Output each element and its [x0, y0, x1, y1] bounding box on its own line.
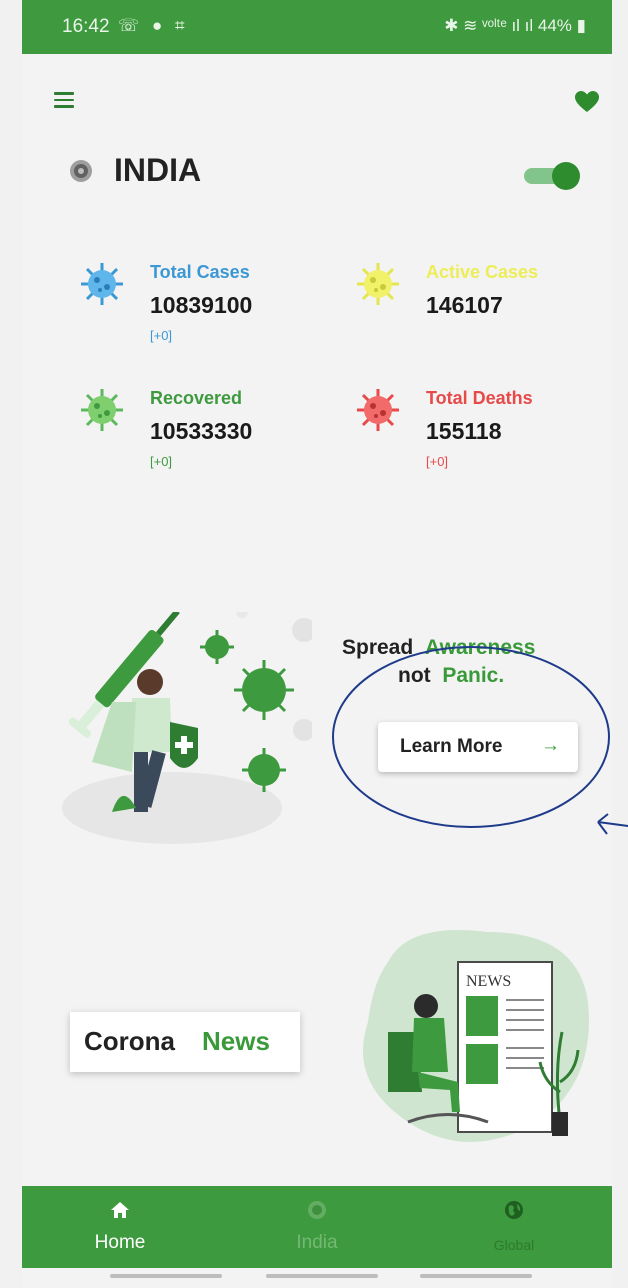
- gesture-bar-right: [420, 1274, 532, 1278]
- total-deaths-delta: [+0]: [426, 454, 449, 469]
- total-deaths-label: Total Deaths: [426, 388, 533, 408]
- gesture-bar-center: [266, 1274, 378, 1278]
- country-title: INDIA: [114, 152, 202, 188]
- total-cases-delta: [+0]: [150, 328, 173, 343]
- status-bar: 16:42 ☏ ● ⌗ ✱ ≋ ᵛᵒˡᵗᵉ ıl ıl 44% ▮: [22, 0, 612, 54]
- gesture-bar-left: [110, 1274, 222, 1278]
- total-deaths-value: 155118: [426, 418, 502, 444]
- svg-text:NEWS: NEWS: [466, 973, 511, 990]
- system-indicators: ✱ ≋ ᵛᵒˡᵗᵉ ıl ıl 44% ▮: [444, 16, 586, 35]
- mode-toggle[interactable]: [524, 162, 580, 190]
- nav-home[interactable]: Home: [22, 1186, 218, 1268]
- news-word-corona: Corona: [84, 1026, 175, 1056]
- nav-india[interactable]: India: [219, 1186, 415, 1268]
- nav-global-label: Global: [493, 1237, 535, 1253]
- total-cases-label: Total Cases: [150, 262, 250, 282]
- virus-yellow-icon: [357, 263, 399, 305]
- virus-red-icon: [357, 389, 399, 431]
- news-illustration: NEWS: [363, 930, 589, 1142]
- recovered-value: 10533330: [150, 418, 253, 444]
- status-time: 16:42: [62, 16, 110, 37]
- nav-home-label: Home: [94, 1232, 146, 1253]
- active-cases-label: Active Cases: [426, 262, 539, 282]
- hamburger-icon[interactable]: [54, 92, 74, 108]
- nav-global[interactable]: Global: [416, 1186, 612, 1268]
- stat-active-cases: Active Cases 146107: [356, 262, 576, 362]
- globe-icon: [505, 1201, 523, 1219]
- app-screen: 16:42 ☏ ● ⌗ ✱ ≋ ᵛᵒˡᵗᵉ ıl ıl 44% ▮ INDIA …: [22, 0, 628, 1288]
- recovered-label: Recovered: [150, 388, 243, 408]
- virus-blue-icon: [81, 263, 123, 305]
- home-icon: [111, 1202, 129, 1218]
- news-word-news: News: [202, 1026, 270, 1056]
- recovered-delta: [+0]: [150, 454, 173, 469]
- annotation-arrow-icon: [597, 813, 628, 835]
- corona-news-card[interactable]: Corona News: [70, 1012, 300, 1072]
- virus-green-icon: [81, 389, 123, 431]
- total-cases-value: 10839100: [150, 292, 253, 318]
- nav-india-label: India: [296, 1232, 338, 1253]
- awareness-illustration: [62, 612, 312, 844]
- india-virus-icon: [308, 1201, 326, 1219]
- active-cases-value: 146107: [426, 292, 503, 318]
- annotation-ellipse: [332, 646, 610, 828]
- stat-total-deaths: Total Deaths 155118 [+0]: [356, 388, 576, 488]
- stat-recovered: Recovered 10533330 [+0]: [80, 388, 300, 488]
- bottom-navigation: Home India Global: [22, 1186, 612, 1268]
- heart-icon[interactable]: [574, 90, 600, 114]
- notification-icons: ☏ ● ⌗: [118, 16, 189, 35]
- stat-total-cases: Total Cases 10839100 [+0]: [80, 262, 300, 362]
- virus-globe-icon: [70, 159, 92, 182]
- country-header: INDIA: [68, 152, 201, 189]
